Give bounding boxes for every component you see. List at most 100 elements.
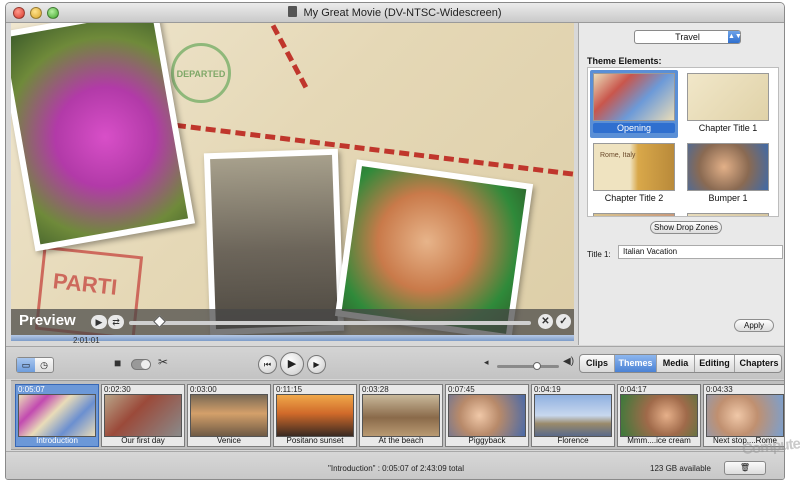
clip-name: At the beach	[378, 436, 424, 445]
clip-name: Our first day	[121, 436, 165, 445]
imovie-window: My Great Movie (DV-NTSC-Widescreen) DEPA…	[5, 2, 785, 480]
tab-media[interactable]: Media	[657, 355, 695, 372]
rewind-button[interactable]: ⏮	[258, 355, 277, 374]
clip-duration: 0:03:28	[362, 385, 389, 394]
clip-name: Piggyback	[468, 436, 506, 445]
clip-item[interactable]: 0:04:17 Mmm....ice cream	[617, 384, 701, 447]
clip-name: Venice	[216, 436, 242, 445]
clip-item[interactable]: 0:11:15 Positano sunset	[273, 384, 357, 447]
title-bar: My Great Movie (DV-NTSC-Widescreen)	[6, 3, 784, 23]
theme-item-chapter-title-1[interactable]: Chapter Title 1	[684, 70, 772, 138]
clip-name: Introduction	[36, 436, 78, 445]
clip-name: Positano sunset	[286, 436, 344, 445]
preview-scrubber[interactable]	[129, 315, 531, 328]
theme-item-opening[interactable]: Opening	[590, 70, 678, 138]
volume-slider[interactable]	[497, 362, 559, 370]
photo-palazzo	[203, 148, 345, 335]
clip-duration: 0:04:17	[620, 385, 647, 394]
window-title-text: My Great Movie (DV-NTSC-Widescreen)	[303, 7, 502, 19]
clip-thumbnail	[362, 394, 440, 437]
clip-thumbnail	[190, 394, 268, 437]
clip-duration: 0:05:07	[18, 385, 45, 394]
theme-elements-grid: Opening Chapter Title 1 Rome, Italy Chap…	[587, 67, 779, 217]
clip-item[interactable]: 0:05:07 Introduction	[15, 384, 99, 447]
watermark: Computer	[741, 434, 800, 459]
camera-mode-switch[interactable]	[131, 359, 151, 370]
clip-thumbnail	[276, 394, 354, 437]
tab-themes[interactable]: Themes	[615, 355, 657, 372]
preview-controls: Preview ▶ ⇄ ✕ ✓	[11, 309, 574, 335]
clip-duration: 0:11:15	[276, 385, 303, 394]
clip-duration: 0:07:45	[448, 385, 475, 394]
trash-icon: 🗑	[739, 463, 751, 472]
theme-item-label: Opening	[593, 123, 675, 133]
switch-knob	[141, 360, 150, 369]
scrubber-handle[interactable]	[153, 315, 166, 328]
clip-name: Mmm....ice cream	[627, 436, 691, 445]
timecode: 2:01:01	[73, 336, 100, 345]
title1-label: Title 1:	[587, 250, 611, 259]
clip-duration: 0:03:00	[190, 385, 217, 394]
clip-item[interactable]: 0:04:19 Florence	[531, 384, 615, 447]
clip-thumbnail	[706, 394, 784, 437]
theme-item-partial[interactable]	[684, 210, 772, 216]
departed-stamp: DEPARTED	[171, 43, 231, 103]
clip-view-icon: ▭	[21, 360, 31, 370]
volume-knob[interactable]	[533, 362, 541, 370]
clip-thumbnail	[18, 394, 96, 437]
volume-high-icon: ◀)	[563, 356, 575, 367]
clip-thumbnail	[104, 394, 182, 437]
theme-thumb	[593, 213, 675, 216]
play-icon: ▶	[287, 358, 297, 370]
theme-thumb	[687, 143, 769, 191]
theme-item-bumper-1[interactable]: Bumper 1	[684, 140, 772, 208]
disk-space: 123 GB available	[650, 464, 711, 473]
play-fullscreen-button[interactable]: ▶	[307, 355, 326, 374]
play-button[interactable]: ▶	[280, 352, 304, 376]
play-preview-button[interactable]: ▶	[91, 315, 107, 329]
view-switcher: ▭ ◷	[16, 357, 54, 373]
clip-item[interactable]: 0:03:28 At the beach	[359, 384, 443, 447]
theme-item-label: Chapter Title 1	[698, 123, 758, 133]
preview-label: Preview	[19, 312, 76, 329]
themes-panel: Travel ▲▼ Theme Elements: Opening Chapter…	[578, 23, 784, 345]
theme-dropdown-value: Travel	[675, 32, 700, 42]
volume-low-icon: ◂	[484, 357, 489, 367]
theme-item-label: Chapter Title 2	[604, 193, 664, 203]
timeline-view-button[interactable]: ◷	[35, 358, 53, 372]
scissors-icon[interactable]: ✂	[158, 355, 168, 369]
dropdown-arrows-icon: ▲▼	[728, 31, 742, 43]
clip-duration: 0:04:19	[534, 385, 561, 394]
tab-chapters[interactable]: Chapters	[735, 355, 781, 372]
clip-item[interactable]: 0:03:00 Venice	[187, 384, 271, 447]
pane-tabs: Clips Themes Media Editing Chapters	[579, 354, 782, 373]
clip-item[interactable]: 0:02:30 Our first day	[101, 384, 185, 447]
theme-thumb: Rome, Italy	[593, 143, 675, 191]
clip-thumbnail	[534, 394, 612, 437]
photo-flowers	[11, 23, 196, 252]
theme-thumb	[593, 73, 675, 121]
theme-dropdown[interactable]: Travel ▲▼	[634, 30, 742, 44]
tab-editing[interactable]: Editing	[695, 355, 735, 372]
trash-button[interactable]: 🗑	[724, 461, 766, 475]
window-title: My Great Movie (DV-NTSC-Widescreen)	[6, 6, 784, 19]
clock-icon: ◷	[40, 360, 48, 370]
theme-item-chapter-title-2[interactable]: Rome, Italy Chapter Title 2	[590, 140, 678, 208]
clip-thumbnail	[620, 394, 698, 437]
clip-view-button[interactable]: ▭	[17, 358, 35, 372]
tab-clips[interactable]: Clips	[580, 355, 615, 372]
theme-item-label: Bumper 1	[708, 193, 748, 203]
cancel-preview-button[interactable]: ✕	[538, 314, 553, 329]
loop-preview-button[interactable]: ⇄	[108, 315, 124, 329]
clip-item[interactable]: 0:07:45 Piggyback	[445, 384, 529, 447]
theme-item-partial[interactable]	[590, 210, 678, 216]
clip-name: Florence	[557, 436, 589, 445]
clip-duration: 0:04:33	[706, 385, 733, 394]
clip-viewer: 0:05:07 Introduction 0:02:30 Our first d…	[11, 380, 784, 450]
preview-monitor[interactable]: DEPARTED PARTI Preview ▶ ⇄ ✕ ✓	[11, 23, 574, 335]
apply-button[interactable]: Apply	[734, 319, 774, 332]
title1-field[interactable]: Italian Vacation	[618, 245, 783, 259]
clip-thumbnail	[448, 394, 526, 437]
show-drop-zones-button[interactable]: Show Drop Zones	[650, 221, 722, 234]
confirm-preview-button[interactable]: ✓	[556, 314, 571, 329]
